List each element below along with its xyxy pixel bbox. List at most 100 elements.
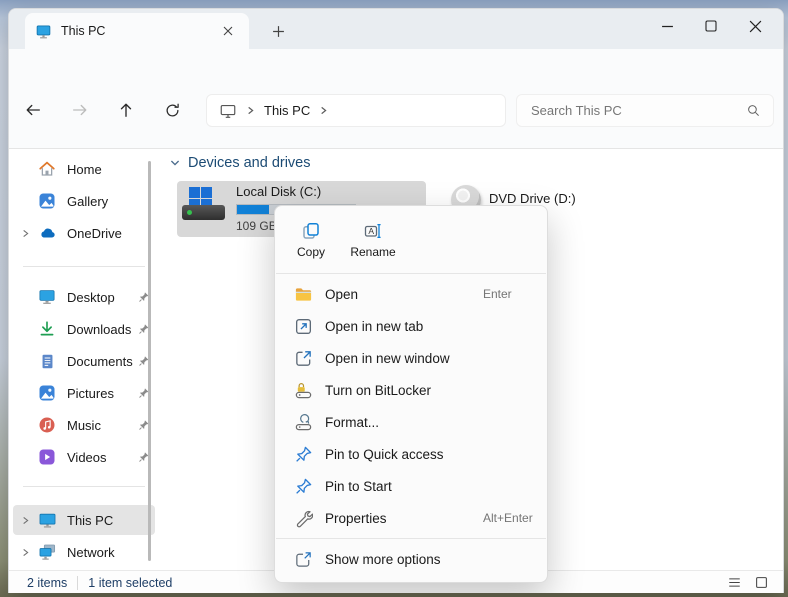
sidebar-item-gallery[interactable]: Gallery bbox=[13, 186, 155, 216]
sidebar-item-pictures[interactable]: Pictures bbox=[13, 378, 155, 408]
sidebar-item-label: Desktop bbox=[67, 290, 133, 305]
pin-icon bbox=[133, 291, 155, 303]
new-tab-button[interactable] bbox=[265, 18, 291, 44]
menu-item-label: Turn on BitLocker bbox=[325, 383, 431, 398]
rename-icon: A bbox=[363, 221, 383, 241]
sidebar-item-this-pc[interactable]: This PC bbox=[13, 505, 155, 535]
desktop-icon bbox=[37, 287, 57, 307]
sidebar-item-onedrive[interactable]: OneDrive bbox=[13, 218, 155, 248]
menu-item-label: Open in new window bbox=[325, 351, 450, 366]
open-in-new-tab-icon bbox=[293, 316, 313, 336]
capacity-bar-fill bbox=[237, 205, 269, 214]
show-more-options-icon bbox=[293, 549, 313, 569]
drive-name: Local Disk (C:) bbox=[236, 184, 356, 199]
music-icon bbox=[37, 415, 57, 435]
sidebar-item-label: Music bbox=[67, 418, 133, 433]
group-header-label: Devices and drives bbox=[188, 155, 311, 171]
quick-copy-button[interactable]: Copy bbox=[283, 215, 339, 265]
status-selection-count: 1 item selected bbox=[88, 576, 172, 590]
sidebar-item-label: Downloads bbox=[67, 322, 133, 337]
maximize-button[interactable] bbox=[689, 11, 733, 41]
context-menu-item-format[interactable]: Format... bbox=[279, 406, 543, 438]
home-icon bbox=[37, 159, 57, 179]
open-folder-icon bbox=[293, 284, 313, 304]
group-header-devices-and-drives[interactable]: Devices and drives bbox=[169, 155, 311, 171]
menu-divider bbox=[276, 538, 546, 539]
sidebar-divider bbox=[23, 266, 145, 267]
pin-icon bbox=[133, 387, 155, 399]
details-view-icon[interactable] bbox=[727, 575, 742, 590]
pin-icon bbox=[133, 323, 155, 335]
status-items-count: 2 items bbox=[27, 576, 67, 590]
context-menu-item-pin-to-start[interactable]: Pin to Start bbox=[279, 470, 543, 502]
bitlocker-lock-icon bbox=[293, 380, 313, 400]
sidebar-item-label: Documents bbox=[67, 354, 133, 369]
sidebar-scrollbar[interactable] bbox=[148, 161, 151, 561]
menu-item-label: Format... bbox=[325, 415, 379, 430]
context-menu-item-properties[interactable]: Properties Alt+Enter bbox=[279, 502, 543, 534]
this-pc-monitor-icon bbox=[37, 510, 57, 530]
quick-actions-row: Copy A Rename bbox=[275, 213, 547, 269]
menu-item-label: Properties bbox=[325, 511, 387, 526]
context-menu-item-turn-on-bitlocker[interactable]: Turn on BitLocker bbox=[279, 374, 543, 406]
pin-icon bbox=[133, 451, 155, 463]
sidebar-item-documents[interactable]: Documents bbox=[13, 346, 155, 376]
status-divider bbox=[77, 576, 78, 590]
tab-close-icon[interactable] bbox=[217, 20, 239, 42]
open-in-new-window-icon bbox=[293, 348, 313, 368]
quick-action-label: Rename bbox=[350, 245, 395, 259]
sidebar-item-label: Network bbox=[67, 545, 155, 560]
sidebar-item-music[interactable]: Music bbox=[13, 410, 155, 440]
context-menu-item-pin-to-quick-access[interactable]: Pin to Quick access bbox=[279, 438, 543, 470]
format-drive-icon bbox=[293, 412, 313, 432]
network-icon bbox=[37, 542, 57, 562]
pin-icon bbox=[293, 444, 313, 464]
sidebar-item-home[interactable]: Home bbox=[13, 154, 155, 184]
pictures-icon bbox=[37, 383, 57, 403]
quick-rename-button[interactable]: A Rename bbox=[345, 215, 401, 265]
menu-item-label: Open in new tab bbox=[325, 319, 423, 334]
large-icons-view-icon[interactable] bbox=[754, 575, 769, 590]
collapse-chevron-icon[interactable] bbox=[169, 157, 181, 169]
videos-icon bbox=[37, 447, 57, 467]
wrench-icon bbox=[293, 508, 313, 528]
menu-divider bbox=[276, 273, 546, 274]
context-menu-item-show-more-options[interactable]: Show more options bbox=[279, 543, 543, 575]
sidebar-item-downloads[interactable]: Downloads bbox=[13, 314, 155, 344]
this-pc-monitor-icon bbox=[35, 23, 52, 40]
sidebar-item-label: Gallery bbox=[67, 194, 155, 209]
onedrive-cloud-icon bbox=[37, 223, 57, 243]
svg-text:A: A bbox=[368, 226, 374, 236]
context-menu-item-open-in-new-window[interactable]: Open in new window bbox=[279, 342, 543, 374]
tab-this-pc[interactable]: This PC bbox=[25, 13, 249, 49]
sidebar-item-label: Videos bbox=[67, 450, 133, 465]
sidebar-item-videos[interactable]: Videos bbox=[13, 442, 155, 472]
menu-item-shortcut: Enter bbox=[483, 287, 512, 301]
menu-item-label: Show more options bbox=[325, 552, 441, 567]
sidebar-item-label: OneDrive bbox=[67, 226, 155, 241]
expand-chevron-icon[interactable] bbox=[13, 515, 37, 526]
context-menu-item-open[interactable]: Open Enter bbox=[279, 278, 543, 310]
sidebar-item-desktop[interactable]: Desktop bbox=[13, 282, 155, 312]
sidebar-item-label: Pictures bbox=[67, 386, 133, 401]
menu-item-shortcut: Alt+Enter bbox=[483, 511, 533, 525]
desktop: This PC bbox=[0, 0, 788, 597]
close-button[interactable] bbox=[733, 11, 777, 41]
quick-action-label: Copy bbox=[297, 245, 325, 259]
minimize-button[interactable] bbox=[645, 11, 689, 41]
sidebar-item-network[interactable]: Network bbox=[13, 537, 155, 567]
downloads-icon bbox=[37, 319, 57, 339]
window-controls bbox=[645, 11, 777, 41]
context-menu: Copy A Rename Open Enter bbox=[274, 205, 548, 583]
navigation-pane: Home Gallery OneDrive bbox=[9, 149, 159, 570]
command-toolbar: New A bbox=[9, 91, 783, 149]
menu-item-label: Open bbox=[325, 287, 358, 302]
file-explorer-window: This PC bbox=[8, 8, 784, 593]
expand-chevron-icon[interactable] bbox=[13, 228, 37, 239]
expand-chevron-icon[interactable] bbox=[13, 547, 37, 558]
navigation-bar: This PC bbox=[9, 49, 783, 91]
menu-item-label: Pin to Quick access bbox=[325, 447, 444, 462]
context-menu-item-open-in-new-tab[interactable]: Open in new tab bbox=[279, 310, 543, 342]
sidebar-item-label: Home bbox=[67, 162, 155, 177]
pin-icon bbox=[293, 476, 313, 496]
